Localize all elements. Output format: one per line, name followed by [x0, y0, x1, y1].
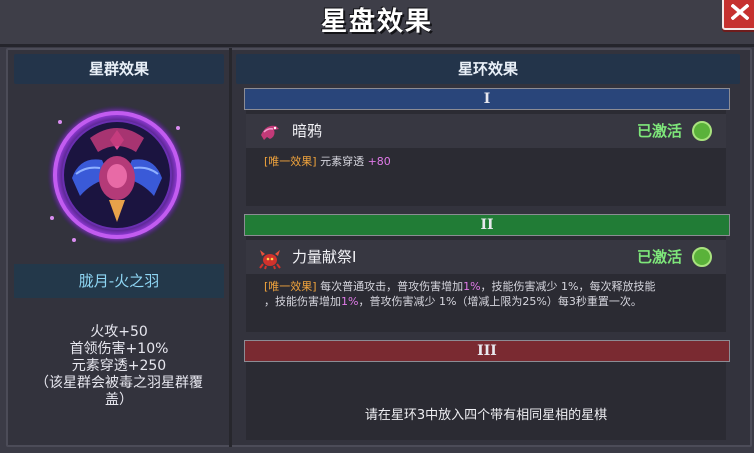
desc-value: +80	[367, 155, 391, 168]
effect-description: [唯一效果] 每次普通攻击，普攻伤害增加1%，技能伤害减少 1%，每次释放技能 …	[264, 279, 724, 309]
ring-panel-3	[246, 362, 726, 440]
desc-text: ，技能伤害增加	[264, 295, 341, 308]
desc-value: 1%	[341, 295, 359, 308]
desc-text: 每次普通攻击，普攻伤害增加	[320, 280, 464, 293]
star-disk-window: 星盘效果 星群效果 胧月-火之羽 火攻+50 首领伤害+10% 元素穿透+250…	[0, 0, 754, 453]
stat-line: 盖）	[105, 392, 133, 408]
ring-tab-2[interactable]: II	[244, 214, 730, 236]
stone-name: 胧月-火之羽	[14, 264, 224, 298]
title-bar: 星盘效果	[0, 0, 754, 47]
effect-name: 力量献祭Ⅰ	[292, 248, 357, 266]
status-label: 已激活	[636, 248, 682, 266]
desc-text: ，普攻伤害减少 1%（增减上限为25%）每3秒重置一次。	[358, 295, 642, 308]
crab-demon-icon	[259, 250, 281, 270]
desc-text: 元素穿透	[320, 155, 368, 168]
effect-description: [唯一效果] 元素穿透 +80	[264, 154, 391, 169]
constellation-header: 星群效果	[14, 54, 224, 84]
active-indicator-icon	[692, 247, 712, 267]
effect-row-crow[interactable]: 暗鸦 已激活	[246, 114, 726, 148]
active-indicator-icon	[692, 121, 712, 141]
close-icon	[731, 4, 749, 20]
star-ring-header: 星环效果	[236, 54, 740, 84]
desc-text: ，技能伤害减少 1%，每次释放技能	[480, 280, 656, 293]
ring-tab-3[interactable]: III	[244, 340, 730, 362]
stat-line: 首领伤害+10%	[69, 341, 169, 357]
unique-effect-tag: [唯一效果]	[264, 155, 317, 168]
unique-effect-tag: [唯一效果]	[264, 280, 317, 293]
stat-line: 火攻+50	[90, 324, 148, 340]
effect-row-sacrifice[interactable]: 力量献祭Ⅰ 已激活	[246, 240, 726, 274]
desc-value: 1%	[463, 280, 481, 293]
panel-divider	[229, 48, 232, 447]
window-title: 星盘效果	[320, 7, 433, 37]
stat-line: （该星群会被毒之羽星群覆	[35, 375, 203, 391]
ring-tab-1[interactable]: I	[244, 88, 730, 110]
constellation-stats: 火攻+50 首领伤害+10% 元素穿透+250 （该星群会被毒之羽星群覆 盖）	[14, 324, 224, 409]
close-button[interactable]	[722, 0, 754, 30]
empty-ring-hint: 请在星环3中放入四个带有相同星相的星棋	[364, 408, 608, 423]
constellation-emblem-icon	[40, 100, 195, 250]
stat-line: 元素穿透+250	[71, 358, 167, 374]
effect-name: 暗鸦	[292, 122, 323, 140]
crow-icon	[261, 125, 279, 140]
status-label: 已激活	[636, 122, 682, 140]
